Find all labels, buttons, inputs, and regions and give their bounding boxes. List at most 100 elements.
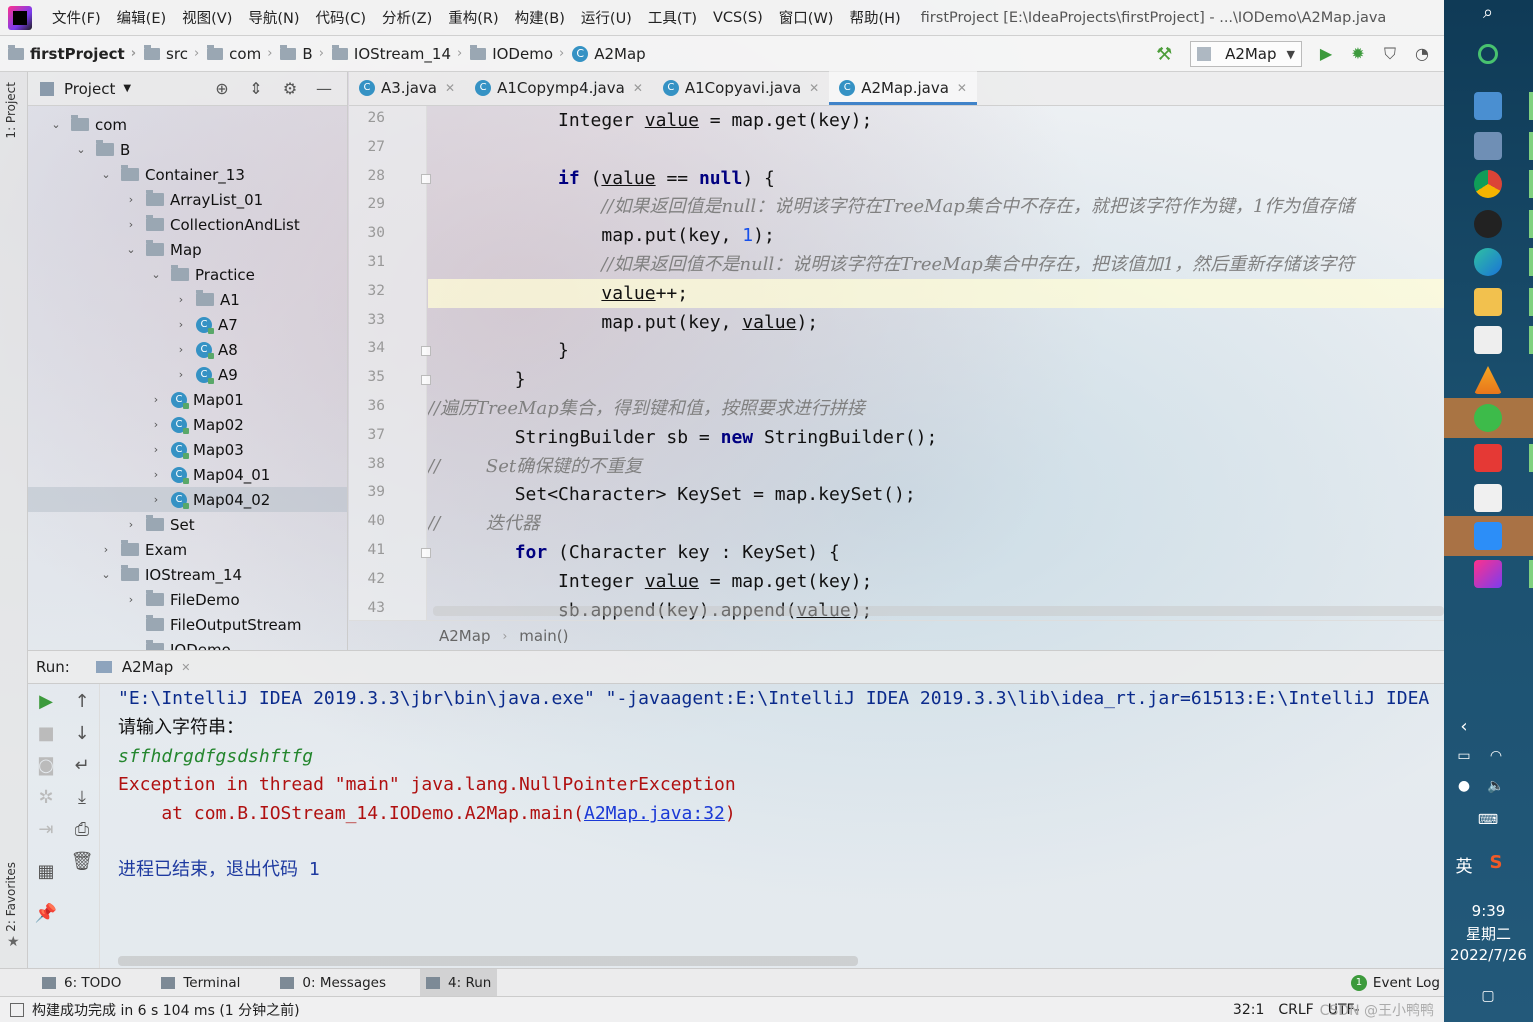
tree-item[interactable]: › Exam [28,537,347,562]
menu-window[interactable]: 窗口(W) [771,7,842,28]
tree-item[interactable]: › FileDemo [28,587,347,612]
menu-navigate[interactable]: 导航(N) [240,7,307,28]
tree-item[interactable]: › CollectionAndList [28,212,347,237]
clock-date[interactable]: 2022/7/26 [1444,946,1533,964]
pin-icon[interactable]: 📌 [34,902,58,926]
tree-item[interactable]: ⌄ IOStream_14 [28,562,347,587]
chevron-down-icon[interactable]: ▼ [123,83,131,94]
tree-item[interactable]: › ArrayList_01 [28,187,347,212]
close-icon[interactable]: ✕ [957,81,967,95]
line-separator[interactable]: CRLF [1278,1002,1313,1018]
tree-item[interactable]: › C Map04_02 [28,487,347,512]
status-toggle-icon[interactable] [10,1002,24,1017]
vlc-icon[interactable] [1474,366,1502,394]
chevron-right-icon[interactable]: › [124,193,138,206]
tree-item[interactable]: › A1 [28,287,347,312]
keyboard-icon[interactable]: ⌨ [1476,812,1500,828]
tree-item[interactable]: › C Map03 [28,437,347,462]
code-line[interactable]: value++; [428,278,1444,308]
chevron-right-icon[interactable]: › [149,493,163,506]
camera-icon[interactable]: ◙ [34,754,58,778]
debug-bug-icon[interactable]: ✹ [1348,44,1368,64]
clock-weekday[interactable]: 星期二 [1444,923,1533,944]
run-configuration-select[interactable]: A2Map ▼ [1190,41,1302,67]
tree-item[interactable]: › C Map01 [28,387,347,412]
ime-language[interactable]: 英 [1452,852,1476,877]
search-icon[interactable]: ⌕ [1476,2,1500,23]
debug-bug-icon[interactable]: ✲ [34,786,58,810]
run-tab-a2map[interactable]: A2Map ✕ [95,658,191,676]
favorites-tool-tab[interactable]: 2: Favorites [4,862,18,932]
chevron-down-icon[interactable]: ⌄ [74,143,88,156]
chevron-right-icon[interactable]: › [149,468,163,481]
chrome-icon[interactable] [1474,170,1502,198]
menu-vcs[interactable]: VCS(S) [705,10,771,26]
breadcrumb-project[interactable]: firstProject › [0,44,136,63]
todo-tab[interactable]: 6: TODO [36,969,127,997]
menu-file[interactable]: 文件(F) [44,7,109,28]
wifi-icon[interactable]: ◠ [1484,748,1508,764]
arrow-up-icon[interactable]: ↑ [70,690,94,714]
rerun-play-icon[interactable]: ▶ [34,690,58,714]
tree-item[interactable]: › C A7 [28,312,347,337]
exit-icon[interactable]: ⇥ [34,818,58,842]
edge-icon[interactable] [1474,248,1502,276]
console-horizontal-scrollbar[interactable] [118,956,858,966]
code-line[interactable]: //如果返回值不是null：说明该字符在TreeMap集合中存在，把该值加1，然… [428,250,1444,279]
code-line[interactable]: //遍历TreeMap集合，得到键和值，按照要求进行拼接 [428,394,1444,423]
chevron-down-icon[interactable]: ⌄ [124,643,138,650]
editor-horizontal-scrollbar[interactable] [433,606,1444,616]
qq-icon[interactable] [1474,210,1502,238]
code-line[interactable]: Set<Character> KeySet = map.keySet(); [428,480,1444,509]
messages-tab[interactable]: 0: Messages [274,969,392,997]
clock-time[interactable]: 9:39 [1444,902,1533,920]
tree-item[interactable]: ⌄ Container_13 [28,162,347,187]
run-tool-tab[interactable]: 4: Run [420,968,498,997]
tree-item[interactable]: › Set [28,512,347,537]
tree-item[interactable]: ⌄ B [28,137,347,162]
stack-trace-link[interactable]: A2Map.java:32 [584,803,725,824]
menu-run[interactable]: 运行(U) [573,7,640,28]
breadcrumb-class[interactable]: A2Map [439,627,490,645]
menu-analyze[interactable]: 分析(Z) [374,7,440,28]
notification-icon[interactable]: ▢ [1476,988,1500,1004]
close-icon[interactable]: ✕ [181,661,190,674]
tab-a1copymp4-java[interactable]: C A1Copymp4.java ✕ [465,71,653,105]
code-line[interactable]: Integer value = map.get(key); [428,567,1444,596]
chevron-right-icon[interactable]: › [99,543,113,556]
chevron-right-icon[interactable]: › [174,318,188,331]
code-line[interactable]: // 迭代器 [428,509,1444,538]
menu-refactor[interactable]: 重构(R) [440,7,506,28]
trash-icon[interactable]: 🗑 [70,850,94,874]
chevron-right-icon[interactable]: › [174,368,188,381]
collapse-all-icon[interactable]: ⇕ [245,79,267,98]
chevron-right-icon[interactable]: › [149,418,163,431]
menu-code[interactable]: 代码(C) [308,7,374,28]
code-line[interactable]: StringBuilder sb = new StringBuilder(); [428,423,1444,452]
volume-icon[interactable]: 🔈 [1484,778,1508,794]
coverage-shield-icon[interactable]: ⛉ [1380,44,1400,64]
menu-tools[interactable]: 工具(T) [640,7,705,28]
close-icon[interactable]: ✕ [445,81,455,95]
breadcrumb-method[interactable]: main() [519,627,568,645]
breadcrumb-com[interactable]: com › [199,44,272,63]
code-editor[interactable]: Integer value = map.get(key); if (value … [428,106,1444,620]
calculator-icon[interactable] [1474,132,1502,160]
chevron-right-icon[interactable]: › [124,218,138,231]
terminal-tab[interactable]: Terminal [155,969,246,997]
build-hammer-icon[interactable]: ⚒ [1156,44,1176,65]
feishu-icon[interactable] [1474,522,1502,550]
event-log-button[interactable]: 1 Event Log [1350,969,1440,997]
tree-item[interactable]: ⌄ Practice [28,262,347,287]
menu-help[interactable]: 帮助(H) [841,7,908,28]
locate-target-icon[interactable]: ⊕ [211,79,233,98]
code-line[interactable]: } [428,336,1444,365]
code-line[interactable]: for (Character key : KeySet) { [428,538,1444,567]
breadcrumb-iodemo[interactable]: IODemo › [462,44,564,63]
cortana-icon[interactable] [1478,44,1498,64]
close-icon[interactable]: ✕ [633,81,643,95]
run-play-icon[interactable]: ▶ [1316,44,1336,64]
layout-icon[interactable]: ▦ [34,860,58,884]
chevron-right-icon[interactable]: › [149,393,163,406]
chevron-down-icon[interactable]: ⌄ [99,568,113,581]
